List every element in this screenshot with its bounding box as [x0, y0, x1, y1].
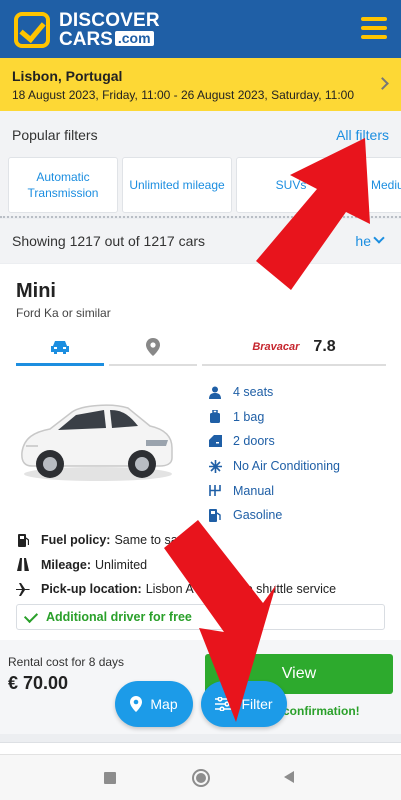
logo-check-icon[interactable]: [14, 12, 50, 48]
plane-icon: [16, 582, 30, 596]
car-image: [21, 404, 173, 481]
price: € 70.00: [8, 673, 69, 693]
additional-driver-badge: Additional driver for free: [16, 604, 385, 630]
home-icon[interactable]: [192, 769, 210, 787]
search-summary[interactable]: Lisbon, Portugal 18 August 2023, Friday,…: [0, 58, 401, 111]
map-pin-icon: [130, 696, 143, 712]
instant-confirmation: confirmation!: [283, 704, 360, 718]
road-icon: [16, 558, 30, 572]
chip-medium[interactable]: Mediu: [350, 157, 401, 213]
chip-suvs[interactable]: SUVs: [236, 157, 346, 213]
spec-bags: 1 bag: [208, 405, 340, 430]
fuel-policy-row: Fuel policy: Same to sa: [16, 528, 336, 553]
tab-car[interactable]: [16, 330, 104, 366]
gearbox-icon: [208, 484, 222, 498]
car-result-card: Mini Ford Ka or similar Bravacar 7.8 4 s…: [0, 264, 401, 734]
back-icon[interactable]: [284, 771, 294, 783]
car-specs: 4 seats 1 bag 2 doors No Air Conditionin…: [208, 380, 340, 528]
spec-transmission: Manual: [208, 478, 340, 503]
supplier-rating: 7.8: [313, 338, 336, 355]
fuel-icon: [208, 508, 222, 522]
car-door-icon: [208, 434, 222, 448]
luggage-icon: [208, 409, 222, 424]
app-header: DISCOVER CARS .com: [0, 0, 401, 58]
person-icon: [208, 385, 222, 399]
chip-automatic-transmission[interactable]: Automatic Transmission: [8, 157, 118, 213]
pickup-location-row: Pick-up location: Lisbon A (LIS) Free shu…: [16, 577, 336, 602]
tab-location[interactable]: [109, 330, 197, 366]
spec-air-conditioning: No Air Conditioning: [208, 454, 340, 479]
results-bar: Showing 1217 out of 1217 cars he: [0, 219, 401, 263]
logo-text-cars[interactable]: CARS .com: [59, 30, 154, 50]
snowflake-icon: [208, 459, 222, 473]
supplier-logo: Bravacar: [252, 341, 300, 353]
map-button[interactable]: Map: [115, 681, 193, 727]
spec-fuel: Gasoline: [208, 503, 340, 528]
search-location: Lisbon, Portugal: [12, 68, 123, 84]
all-filters-link[interactable]: All filters: [336, 127, 389, 143]
rental-cost-label: Rental cost for 8 days: [8, 655, 125, 669]
search-dates: 18 August 2023, Friday, 11:00 - 26 Augus…: [12, 88, 355, 102]
logo-text[interactable]: DISCOVER: [59, 11, 160, 31]
android-nav-bar: [0, 754, 401, 800]
price-section: Rental cost for 8 days € 70.00 View conf…: [0, 640, 401, 734]
sort-dropdown[interactable]: he: [355, 233, 371, 249]
car-class: Mini: [16, 280, 56, 302]
hamburger-icon[interactable]: [361, 17, 387, 39]
next-result-card: [0, 742, 401, 754]
popular-filters-title: Popular filters: [12, 127, 98, 143]
rental-info: Fuel policy: Same to sa Mileage: Unlimited…: [16, 528, 336, 602]
car-model: Ford Ka or similar: [16, 306, 111, 320]
recents-icon[interactable]: [104, 772, 116, 784]
check-icon: [23, 608, 39, 623]
spec-doors: 2 doors: [208, 429, 340, 454]
tab-supplier[interactable]: Bravacar 7.8: [202, 330, 386, 366]
divider: [0, 216, 401, 218]
sliders-icon: [215, 697, 234, 711]
filter-button[interactable]: Filter: [201, 681, 287, 727]
chevron-down-icon[interactable]: [373, 232, 385, 244]
mileage-row: Mileage: Unlimited: [16, 553, 336, 578]
location-pin-icon: [146, 338, 160, 356]
results-count: Showing 1217 out of 1217 cars: [12, 233, 206, 249]
chip-unlimited-mileage[interactable]: Unlimited mileage: [122, 157, 232, 213]
spec-seats: 4 seats: [208, 380, 340, 405]
filter-chips: Automatic Transmission Unlimited mileage …: [0, 156, 401, 216]
popular-filters-header: Popular filters All filters: [0, 111, 401, 156]
fuel-policy-icon: [16, 533, 30, 547]
logo-domain: .com: [114, 31, 154, 46]
chevron-right-icon: [376, 77, 389, 90]
car-icon: [51, 340, 69, 354]
card-tabs: Bravacar 7.8: [16, 330, 386, 366]
